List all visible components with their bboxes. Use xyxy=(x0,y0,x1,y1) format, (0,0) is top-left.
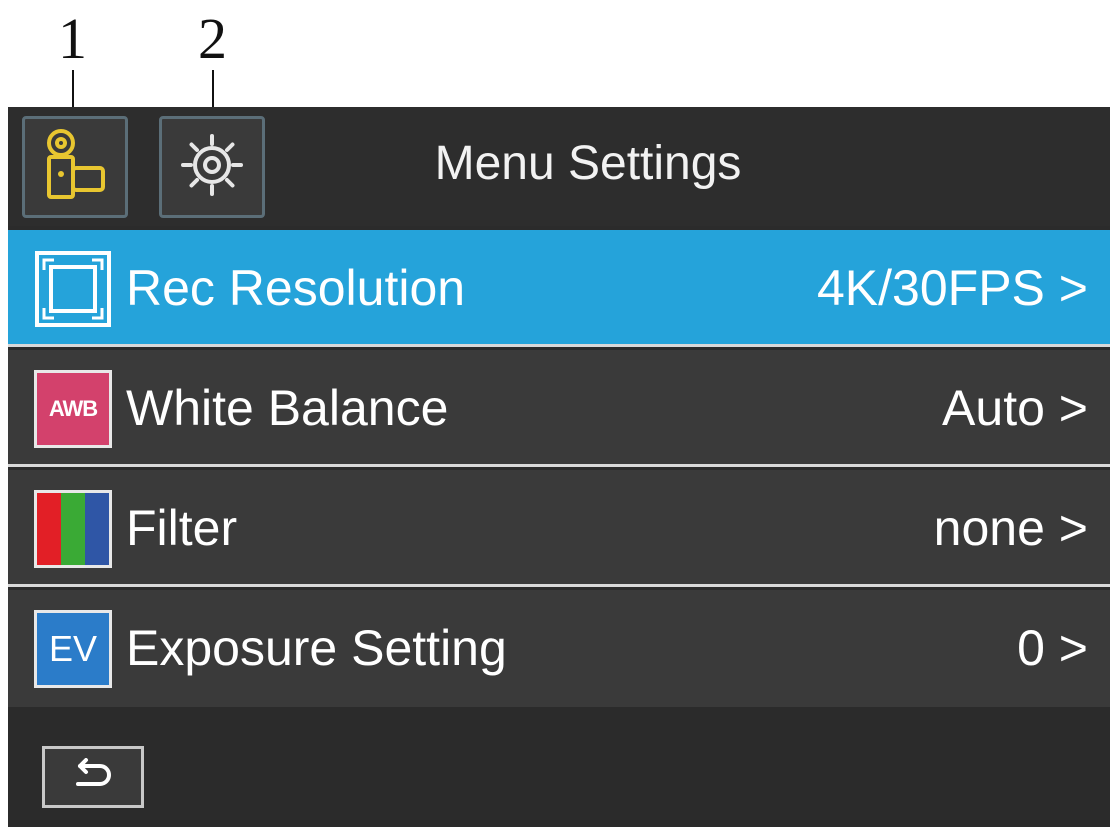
back-arrow-icon xyxy=(70,757,116,797)
exposure-ev-icon: EV xyxy=(34,610,112,688)
menu-footer xyxy=(8,714,1110,827)
gear-icon xyxy=(177,130,247,205)
device-screen: Menu Settings Rec Resolution 4K/30FPS > … xyxy=(8,107,1110,827)
menu-item-label: Filter xyxy=(126,500,238,556)
tab-video-mode[interactable] xyxy=(22,116,128,218)
page-title: Menu Settings xyxy=(434,137,742,190)
menu-item-exposure-setting[interactable]: EV Exposure Setting 0 > xyxy=(8,590,1110,707)
menu-item-label: Exposure Setting xyxy=(126,620,507,676)
video-camera-icon xyxy=(39,126,111,209)
menu-item-value: Auto > xyxy=(942,380,1088,436)
row-divider xyxy=(8,344,1110,347)
menu-item-value: 4K/30FPS > xyxy=(817,260,1088,316)
menu-item-value: none > xyxy=(933,500,1088,556)
filter-rgb-icon xyxy=(34,490,112,568)
row-divider xyxy=(8,584,1110,587)
callout-1: 1 xyxy=(58,6,87,71)
filter-red-bar xyxy=(37,493,61,565)
resolution-frame-icon xyxy=(34,250,112,328)
menu-item-rec-resolution[interactable]: Rec Resolution 4K/30FPS > xyxy=(8,230,1110,347)
menu-item-value: 0 > xyxy=(1017,620,1088,676)
filter-blue-bar xyxy=(85,493,109,565)
menu-item-filter[interactable]: Filter none > xyxy=(8,470,1110,587)
menu-header: Menu Settings xyxy=(8,107,1110,226)
filter-green-bar xyxy=(61,493,85,565)
row-divider xyxy=(8,464,1110,467)
menu-item-label: White Balance xyxy=(126,380,449,436)
menu-item-white-balance[interactable]: AWB White Balance Auto > xyxy=(8,350,1110,467)
back-button[interactable] xyxy=(42,746,144,808)
callout-2: 2 xyxy=(198,6,227,71)
tab-settings[interactable] xyxy=(159,116,265,218)
menu-item-label: Rec Resolution xyxy=(126,260,466,316)
white-balance-icon: AWB xyxy=(34,370,112,448)
